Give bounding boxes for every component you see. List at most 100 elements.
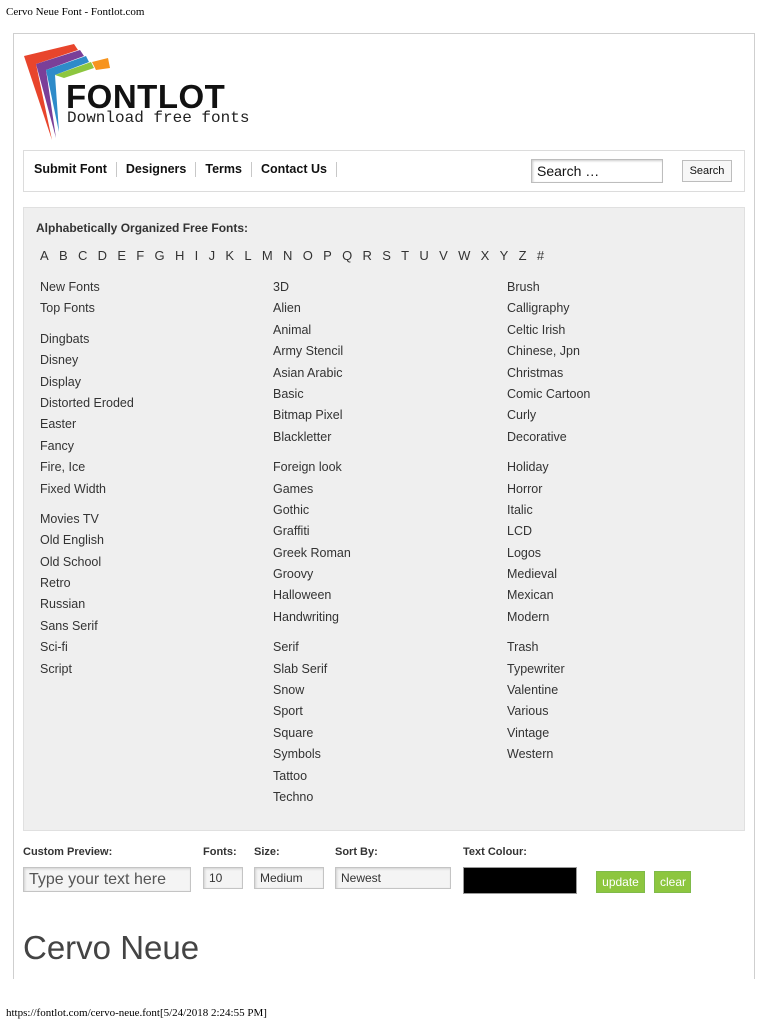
alpha-letter-i[interactable]: I xyxy=(195,248,199,263)
alpha-letter-h[interactable]: H xyxy=(175,248,184,263)
category-link[interactable]: Holiday xyxy=(507,457,727,478)
category-link[interactable]: Comic Cartoon xyxy=(507,384,727,405)
category-link[interactable]: Fixed Width xyxy=(40,479,260,500)
category-link[interactable]: Logos xyxy=(507,543,727,564)
category-link[interactable]: Disney xyxy=(40,350,260,371)
category-link[interactable]: Sci-fi xyxy=(40,637,260,658)
category-link[interactable]: Calligraphy xyxy=(507,298,727,319)
alpha-letter-x[interactable]: X xyxy=(481,248,490,263)
category-link[interactable]: LCD xyxy=(507,521,727,542)
alpha-letter-l[interactable]: L xyxy=(244,248,251,263)
category-link[interactable]: Vintage xyxy=(507,723,727,744)
alpha-letter-n[interactable]: N xyxy=(283,248,292,263)
alpha-letter-f[interactable]: F xyxy=(136,248,144,263)
category-link[interactable]: Foreign look xyxy=(273,457,493,478)
size-select[interactable]: Medium xyxy=(254,867,324,889)
category-link[interactable]: Gothic xyxy=(273,500,493,521)
category-link[interactable]: Sport xyxy=(273,701,493,722)
alpha-letter-w[interactable]: W xyxy=(458,248,470,263)
category-link[interactable]: Medieval xyxy=(507,564,727,585)
category-link[interactable]: Army Stencil xyxy=(273,341,493,362)
alpha-letter-b[interactable]: B xyxy=(59,248,68,263)
category-link[interactable]: Old English xyxy=(40,530,260,551)
alpha-letter-y[interactable]: Y xyxy=(500,248,509,263)
category-link[interactable]: 3D xyxy=(273,277,493,298)
category-link[interactable]: Slab Serif xyxy=(273,659,493,680)
nav-designers[interactable]: Designers xyxy=(117,162,197,177)
category-link[interactable]: Halloween xyxy=(273,585,493,606)
category-link[interactable]: Tattoo xyxy=(273,766,493,787)
alpha-letter-a[interactable]: A xyxy=(40,248,49,263)
text-colour-picker[interactable] xyxy=(463,867,577,894)
category-link[interactable]: Western xyxy=(507,744,727,765)
category-link[interactable]: Fire, Ice xyxy=(40,457,260,478)
alpha-letter-m[interactable]: M xyxy=(262,248,273,263)
alpha-letter-j[interactable]: J xyxy=(209,248,216,263)
category-link[interactable]: Display xyxy=(40,372,260,393)
category-link[interactable]: New Fonts xyxy=(40,277,260,298)
search-button[interactable]: Search xyxy=(682,160,732,182)
fonts-count-select[interactable]: 10 xyxy=(203,867,243,889)
category-link[interactable]: Serif xyxy=(273,637,493,658)
alpha-letter-e[interactable]: E xyxy=(117,248,126,263)
alpha-letter-v[interactable]: V xyxy=(439,248,448,263)
category-link[interactable]: Symbols xyxy=(273,744,493,765)
category-link[interactable]: Movies TV xyxy=(40,509,260,530)
category-link[interactable]: Alien xyxy=(273,298,493,319)
category-link[interactable]: Techno xyxy=(273,787,493,808)
category-link[interactable]: Modern xyxy=(507,607,727,628)
alpha-letter-u[interactable]: U xyxy=(419,248,428,263)
category-link[interactable]: Dingbats xyxy=(40,329,260,350)
category-link[interactable]: Celtic Irish xyxy=(507,320,727,341)
category-link[interactable]: Distorted Eroded xyxy=(40,393,260,414)
category-link[interactable]: Basic xyxy=(273,384,493,405)
alpha-letter-t[interactable]: T xyxy=(401,248,409,263)
nav-contact-us[interactable]: Contact Us xyxy=(252,162,337,177)
alpha-letter-z[interactable]: Z xyxy=(519,248,527,263)
category-link[interactable]: Decorative xyxy=(507,427,727,448)
site-logo[interactable]: FONTLOT Download free fonts xyxy=(22,42,252,142)
category-link[interactable]: Horror xyxy=(507,479,727,500)
category-link[interactable]: Greek Roman xyxy=(273,543,493,564)
category-link[interactable]: Russian xyxy=(40,594,260,615)
category-link[interactable]: Trash xyxy=(507,637,727,658)
category-link[interactable]: Asian Arabic xyxy=(273,363,493,384)
category-link[interactable]: Fancy xyxy=(40,436,260,457)
alpha-letter-d[interactable]: D xyxy=(98,248,107,263)
search-input[interactable] xyxy=(531,159,663,183)
category-link[interactable]: Blackletter xyxy=(273,427,493,448)
sort-by-select[interactable]: Newest xyxy=(335,867,451,889)
category-link[interactable]: Italic xyxy=(507,500,727,521)
alpha-letter-k[interactable]: K xyxy=(225,248,234,263)
category-link[interactable]: Script xyxy=(40,659,260,680)
category-link[interactable]: Handwriting xyxy=(273,607,493,628)
nav-terms[interactable]: Terms xyxy=(196,162,252,177)
category-link[interactable]: Games xyxy=(273,479,493,500)
update-button[interactable]: update xyxy=(596,871,645,893)
category-link[interactable]: Curly xyxy=(507,405,727,426)
category-link[interactable]: Mexican xyxy=(507,585,727,606)
category-link[interactable]: Bitmap Pixel xyxy=(273,405,493,426)
category-link[interactable]: Valentine xyxy=(507,680,727,701)
category-link[interactable]: Chinese, Jpn xyxy=(507,341,727,362)
category-link[interactable]: Animal xyxy=(273,320,493,341)
category-link[interactable]: Sans Serif xyxy=(40,616,260,637)
nav-submit-font[interactable]: Submit Font xyxy=(34,162,117,177)
category-link[interactable]: Groovy xyxy=(273,564,493,585)
custom-preview-input[interactable] xyxy=(23,867,191,892)
alpha-letter-p[interactable]: P xyxy=(323,248,332,263)
category-link[interactable]: Easter xyxy=(40,414,260,435)
alpha-letter-hash[interactable]: # xyxy=(537,248,544,263)
category-link[interactable]: Square xyxy=(273,723,493,744)
alpha-letter-s[interactable]: S xyxy=(382,248,391,263)
alpha-letter-g[interactable]: G xyxy=(155,248,165,263)
category-link[interactable]: Brush xyxy=(507,277,727,298)
category-link[interactable]: Top Fonts xyxy=(40,298,260,319)
category-link[interactable]: Typewriter xyxy=(507,659,727,680)
category-link[interactable]: Old School xyxy=(40,552,260,573)
clear-button[interactable]: clear xyxy=(654,871,691,893)
alpha-letter-c[interactable]: C xyxy=(78,248,87,263)
alpha-letter-q[interactable]: Q xyxy=(342,248,352,263)
category-link[interactable]: Graffiti xyxy=(273,521,493,542)
category-link[interactable]: Snow xyxy=(273,680,493,701)
